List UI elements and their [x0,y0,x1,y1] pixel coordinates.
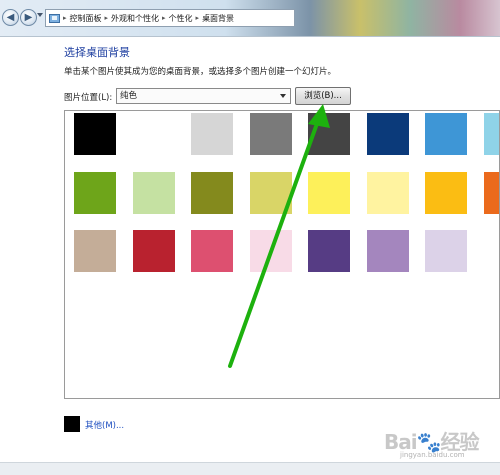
annotation-arrow-shaft [230,118,319,366]
watermark-url: jingyan.baidu.com [400,451,465,459]
annotation-arrow-head [308,104,330,128]
status-bar [0,462,500,475]
annotation-arrow [0,0,500,474]
